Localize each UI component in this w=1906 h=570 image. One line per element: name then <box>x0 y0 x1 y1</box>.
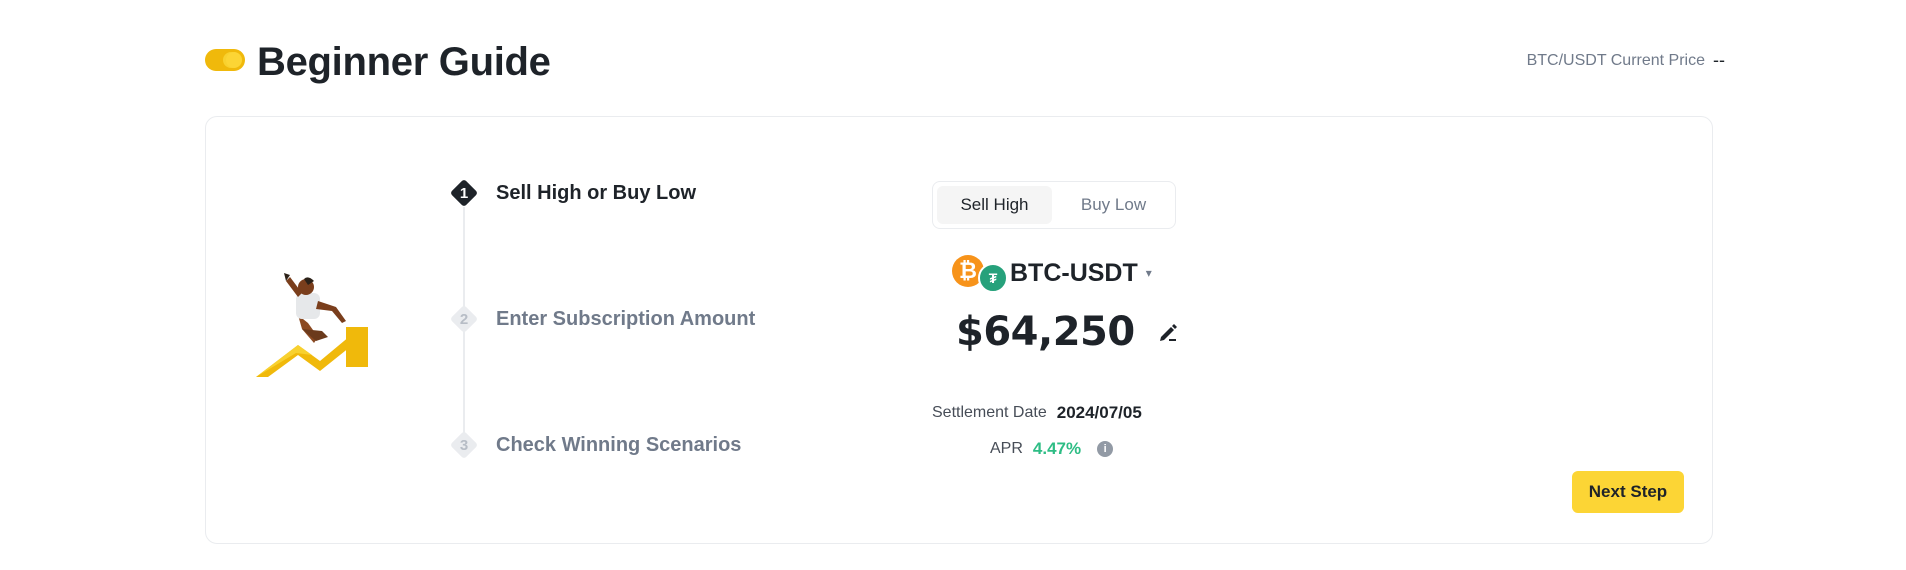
step-2-label: Enter Subscription Amount <box>496 307 756 330</box>
current-price-block: BTC/USDT Current Price -- <box>1527 50 1725 71</box>
current-price-value: -- <box>1713 50 1725 70</box>
current-price-label: BTC/USDT Current Price <box>1526 51 1705 69</box>
step-2-badge: 2 <box>448 303 480 335</box>
apr-label: APR <box>990 440 1023 457</box>
settlement-date-value: 2024/07/05 <box>1056 403 1142 422</box>
page-title: Beginner Guide <box>257 40 551 84</box>
rising-trader-illustration <box>256 273 368 377</box>
guide-steps: 1 Sell High or Buy Low 2 Enter Subscript… <box>448 177 788 477</box>
sell-buy-toggle: Sell High Buy Low <box>932 181 1176 229</box>
strike-price-row: $64,250 <box>956 309 1179 355</box>
pair-selector[interactable]: ₿ ₮ BTC-USDT ▾ <box>952 253 1152 293</box>
step-3-number: 3 <box>459 436 469 454</box>
edit-icon[interactable] <box>1157 321 1179 343</box>
toggle-icon[interactable] <box>205 49 245 71</box>
sell-high-tab[interactable]: Sell High <box>937 186 1052 224</box>
strike-price: $64,250 <box>956 309 1135 355</box>
step-1-label: Sell High or Buy Low <box>496 181 697 204</box>
guide-card: 1 Sell High or Buy Low 2 Enter Subscript… <box>205 116 1713 544</box>
usdt-icon: ₮ <box>978 263 1008 293</box>
apr-value: 4.47% <box>1032 439 1082 458</box>
step-3-label: Check Winning Scenarios <box>496 433 742 456</box>
step-3-badge: 3 <box>448 429 480 461</box>
step-3[interactable]: 3 Check Winning Scenarios <box>448 429 742 461</box>
step-1-number: 1 <box>459 184 469 202</box>
settlement-date-row: Settlement Date 2024/07/05 <box>932 403 1142 423</box>
next-step-button[interactable]: Next Step <box>1572 471 1684 513</box>
step-2-number: 2 <box>459 310 469 328</box>
settlement-date-label: Settlement Date <box>932 404 1047 421</box>
pair-coin-icons: ₿ ₮ <box>952 253 1008 293</box>
buy-low-tab[interactable]: Buy Low <box>1056 186 1171 224</box>
step-2[interactable]: 2 Enter Subscription Amount <box>448 303 755 335</box>
step-1[interactable]: 1 Sell High or Buy Low <box>448 177 696 209</box>
page-header: Beginner Guide BTC/USDT Current Price -- <box>205 34 1725 90</box>
apr-row: APR 4.47% i <box>990 439 1114 459</box>
chevron-down-icon: ▾ <box>1145 266 1152 280</box>
info-icon[interactable]: i <box>1097 441 1114 457</box>
pair-name: BTC-USDT <box>1010 258 1138 287</box>
step-1-badge: 1 <box>448 177 480 209</box>
